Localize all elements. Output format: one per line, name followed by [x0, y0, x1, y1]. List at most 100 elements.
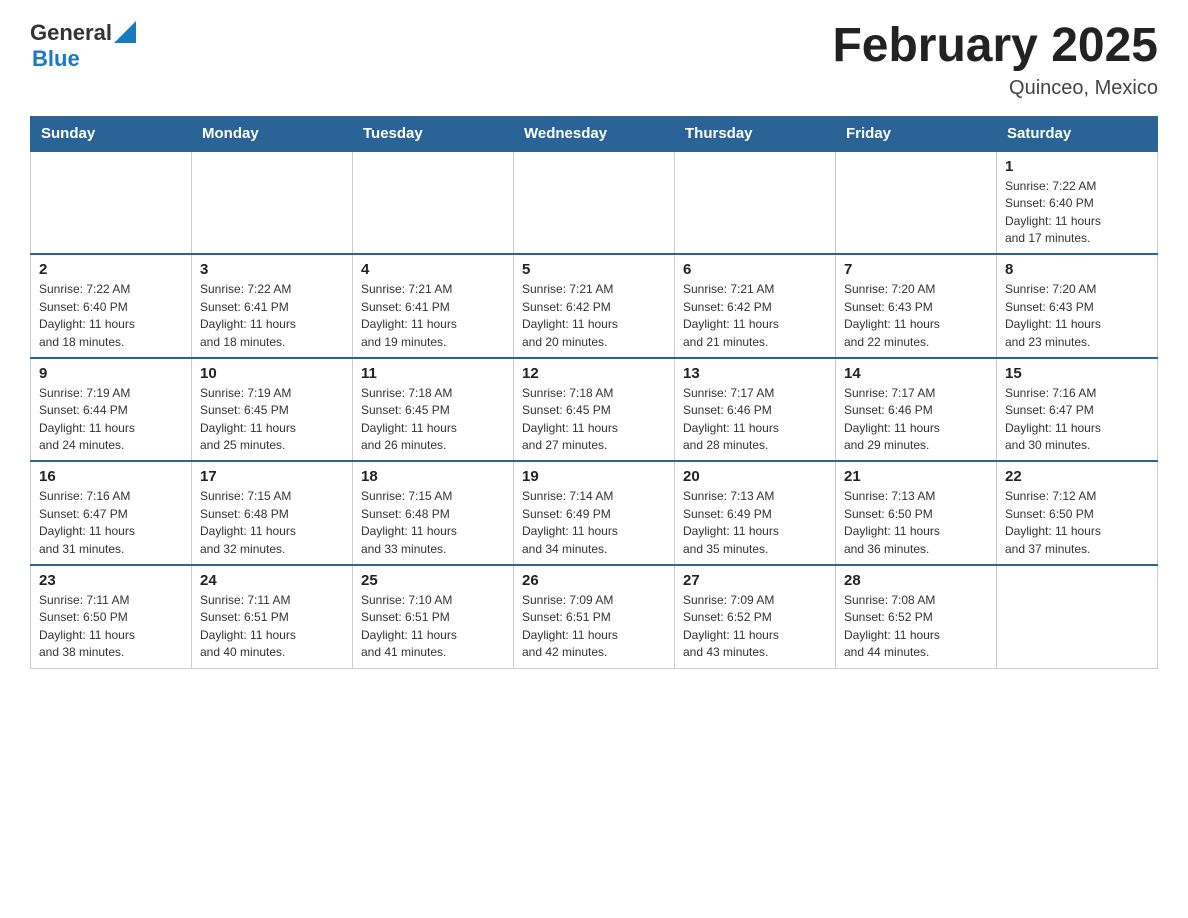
- logo: General Blue: [30, 20, 136, 72]
- day-info: Sunrise: 7:15 AMSunset: 6:48 PMDaylight:…: [200, 488, 344, 558]
- calendar-cell: [997, 565, 1158, 668]
- day-number: 23: [39, 572, 183, 589]
- day-number: 2: [39, 261, 183, 278]
- day-number: 9: [39, 365, 183, 382]
- calendar-cell: 21Sunrise: 7:13 AMSunset: 6:50 PMDayligh…: [836, 461, 997, 565]
- calendar-cell: 14 Sunrise: 7:17 AMSunset: 6:46 PMDayligh…: [836, 358, 997, 462]
- calendar-cell: 20Sunrise: 7:13 AMSunset: 6:49 PMDayligh…: [675, 461, 836, 565]
- day-number: 14: [844, 365, 988, 382]
- day-number: 24: [200, 572, 344, 589]
- calendar-cell: 12 Sunrise: 7:18 AMSunset: 6:45 PMDayligh…: [514, 358, 675, 462]
- logo-general-text: General: [30, 20, 112, 46]
- calendar-cell: 15Sunrise: 7:16 AMSunset: 6:47 PMDayligh…: [997, 358, 1158, 462]
- calendar-week-row: 1 Sunrise: 7:22 AMSunset: 6:40 PMDaylight…: [31, 151, 1158, 255]
- calendar-cell: 26 Sunrise: 7:09 AMSunset: 6:51 PMDayligh…: [514, 565, 675, 668]
- day-info: Sunrise: 7:22 AMSunset: 6:41 PMDaylight:…: [200, 281, 344, 351]
- header-sunday: Sunday: [31, 116, 192, 151]
- day-info: Sunrise: 7:18 AMSunset: 6:45 PMDaylight:…: [522, 385, 666, 455]
- calendar-cell: 5Sunrise: 7:21 AMSunset: 6:42 PMDaylight…: [514, 254, 675, 358]
- day-info: Sunrise: 7:20 AMSunset: 6:43 PMDaylight:…: [844, 281, 988, 351]
- day-info: Sunrise: 7:18 AMSunset: 6:45 PMDaylight:…: [361, 385, 505, 455]
- day-number: 26: [522, 572, 666, 589]
- calendar-week-row: 9 Sunrise: 7:19 AMSunset: 6:44 PMDaylight…: [31, 358, 1158, 462]
- day-info: Sunrise: 7:09 AMSunset: 6:51 PMDaylight:…: [522, 592, 666, 662]
- logo-triangle-icon: [114, 21, 136, 43]
- header-tuesday: Tuesday: [353, 116, 514, 151]
- day-info: Sunrise: 7:22 AMSunset: 6:40 PMDaylight:…: [39, 281, 183, 351]
- calendar-cell: 27 Sunrise: 7:09 AMSunset: 6:52 PMDayligh…: [675, 565, 836, 668]
- calendar-cell: 3 Sunrise: 7:22 AMSunset: 6:41 PMDaylight…: [192, 254, 353, 358]
- calendar-cell: 22Sunrise: 7:12 AMSunset: 6:50 PMDayligh…: [997, 461, 1158, 565]
- calendar-cell: 24 Sunrise: 7:11 AMSunset: 6:51 PMDayligh…: [192, 565, 353, 668]
- day-info: Sunrise: 7:22 AMSunset: 6:40 PMDaylight:…: [1005, 178, 1149, 248]
- day-number: 28: [844, 572, 988, 589]
- day-info: Sunrise: 7:15 AMSunset: 6:48 PMDaylight:…: [361, 488, 505, 558]
- day-number: 25: [361, 572, 505, 589]
- header-wednesday: Wednesday: [514, 116, 675, 151]
- calendar-cell: 19 Sunrise: 7:14 AMSunset: 6:49 PMDayligh…: [514, 461, 675, 565]
- header-thursday: Thursday: [675, 116, 836, 151]
- day-info: Sunrise: 7:08 AMSunset: 6:52 PMDaylight:…: [844, 592, 988, 662]
- logo-blue-text: Blue: [32, 46, 136, 72]
- calendar-cell: [31, 151, 192, 255]
- calendar-cell: 9 Sunrise: 7:19 AMSunset: 6:44 PMDaylight…: [31, 358, 192, 462]
- day-number: 16: [39, 468, 183, 485]
- day-info: Sunrise: 7:10 AMSunset: 6:51 PMDaylight:…: [361, 592, 505, 662]
- calendar-cell: [192, 151, 353, 255]
- day-number: 10: [200, 365, 344, 382]
- day-info: Sunrise: 7:17 AMSunset: 6:46 PMDaylight:…: [683, 385, 827, 455]
- calendar-cell: 7 Sunrise: 7:20 AMSunset: 6:43 PMDaylight…: [836, 254, 997, 358]
- day-info: Sunrise: 7:14 AMSunset: 6:49 PMDaylight:…: [522, 488, 666, 558]
- header-monday: Monday: [192, 116, 353, 151]
- location-label: Quinceo, Mexico: [832, 77, 1158, 100]
- calendar-cell: [353, 151, 514, 255]
- day-number: 3: [200, 261, 344, 278]
- calendar-cell: [836, 151, 997, 255]
- day-info: Sunrise: 7:20 AMSunset: 6:43 PMDaylight:…: [1005, 281, 1149, 351]
- day-number: 4: [361, 261, 505, 278]
- calendar-cell: 10 Sunrise: 7:19 AMSunset: 6:45 PMDayligh…: [192, 358, 353, 462]
- day-info: Sunrise: 7:19 AMSunset: 6:44 PMDaylight:…: [39, 385, 183, 455]
- calendar-table: Sunday Monday Tuesday Wednesday Thursday…: [30, 116, 1158, 669]
- title-block: February 2025 Quinceo, Mexico: [832, 20, 1158, 100]
- calendar-cell: 25 Sunrise: 7:10 AMSunset: 6:51 PMDayligh…: [353, 565, 514, 668]
- calendar-week-row: 2 Sunrise: 7:22 AMSunset: 6:40 PMDaylight…: [31, 254, 1158, 358]
- day-info: Sunrise: 7:16 AMSunset: 6:47 PMDaylight:…: [39, 488, 183, 558]
- day-number: 27: [683, 572, 827, 589]
- calendar-cell: 23Sunrise: 7:11 AMSunset: 6:50 PMDayligh…: [31, 565, 192, 668]
- calendar-week-row: 16 Sunrise: 7:16 AMSunset: 6:47 PMDayligh…: [31, 461, 1158, 565]
- calendar-cell: 18 Sunrise: 7:15 AMSunset: 6:48 PMDayligh…: [353, 461, 514, 565]
- day-number: 5: [522, 261, 666, 278]
- calendar-cell: 28 Sunrise: 7:08 AMSunset: 6:52 PMDayligh…: [836, 565, 997, 668]
- day-info: Sunrise: 7:13 AMSunset: 6:50 PMDaylight:…: [844, 488, 988, 558]
- day-info: Sunrise: 7:11 AMSunset: 6:51 PMDaylight:…: [200, 592, 344, 662]
- day-number: 17: [200, 468, 344, 485]
- day-info: Sunrise: 7:19 AMSunset: 6:45 PMDaylight:…: [200, 385, 344, 455]
- header-friday: Friday: [836, 116, 997, 151]
- day-number: 13: [683, 365, 827, 382]
- day-number: 1: [1005, 158, 1149, 175]
- day-number: 19: [522, 468, 666, 485]
- day-number: 8: [1005, 261, 1149, 278]
- calendar-cell: 11 Sunrise: 7:18 AMSunset: 6:45 PMDayligh…: [353, 358, 514, 462]
- month-title: February 2025: [832, 20, 1158, 73]
- day-number: 15: [1005, 365, 1149, 382]
- calendar-week-row: 23Sunrise: 7:11 AMSunset: 6:50 PMDayligh…: [31, 565, 1158, 668]
- calendar-cell: [514, 151, 675, 255]
- calendar-cell: 1 Sunrise: 7:22 AMSunset: 6:40 PMDaylight…: [997, 151, 1158, 255]
- day-number: 18: [361, 468, 505, 485]
- page-header: General Blue February 2025 Quinceo, Mexi…: [30, 20, 1158, 100]
- day-number: 11: [361, 365, 505, 382]
- day-info: Sunrise: 7:09 AMSunset: 6:52 PMDaylight:…: [683, 592, 827, 662]
- day-number: 22: [1005, 468, 1149, 485]
- calendar-header-row: Sunday Monday Tuesday Wednesday Thursday…: [31, 116, 1158, 151]
- calendar-cell: 17 Sunrise: 7:15 AMSunset: 6:48 PMDayligh…: [192, 461, 353, 565]
- day-info: Sunrise: 7:21 AMSunset: 6:41 PMDaylight:…: [361, 281, 505, 351]
- header-saturday: Saturday: [997, 116, 1158, 151]
- day-info: Sunrise: 7:17 AMSunset: 6:46 PMDaylight:…: [844, 385, 988, 455]
- calendar-cell: [675, 151, 836, 255]
- day-number: 12: [522, 365, 666, 382]
- calendar-cell: 8 Sunrise: 7:20 AMSunset: 6:43 PMDaylight…: [997, 254, 1158, 358]
- calendar-cell: 6Sunrise: 7:21 AMSunset: 6:42 PMDaylight…: [675, 254, 836, 358]
- day-number: 7: [844, 261, 988, 278]
